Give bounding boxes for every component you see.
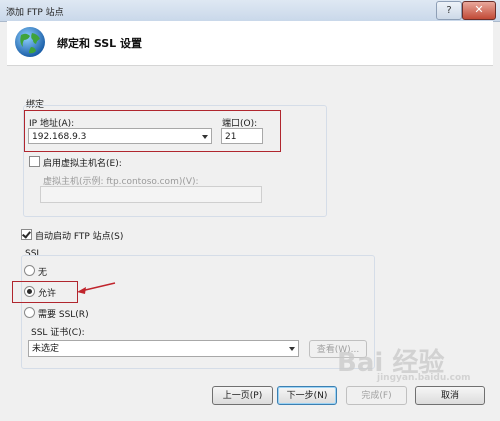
- ssl-allow-label: 允许: [38, 289, 57, 299]
- annotation-arrow-icon: [77, 282, 116, 294]
- virtual-host-checkbox[interactable]: [29, 156, 40, 167]
- close-button[interactable]: ✕: [462, 1, 496, 20]
- ssl-cert-value: 未选定: [32, 344, 60, 354]
- ssl-none-label: 无: [38, 268, 48, 278]
- autostart-checkbox[interactable]: [21, 229, 32, 240]
- title-bar: 添加 FTP 站点 ? ✕: [0, 0, 500, 22]
- ip-address-value: 192.168.9.3: [32, 132, 87, 142]
- virtual-host-checkbox-label: 启用虚拟主机名(E):: [43, 159, 122, 169]
- help-button[interactable]: ?: [436, 1, 462, 20]
- finish-button[interactable]: 完成(F): [346, 386, 407, 405]
- ssl-cert-combobox[interactable]: 未选定: [28, 340, 299, 357]
- chevron-down-icon[interactable]: [202, 135, 208, 139]
- ssl-require-label: 需要 SSL(R): [38, 310, 89, 320]
- autostart-label: 自动启动 FTP 站点(S): [35, 232, 124, 242]
- wizard-header: 绑定和 SSL 设置: [7, 21, 493, 66]
- ssl-allow-radio[interactable]: [24, 286, 35, 297]
- chevron-down-icon[interactable]: [289, 347, 295, 351]
- next-button[interactable]: 下一步(N): [277, 386, 337, 405]
- prev-button[interactable]: 上一页(P): [212, 386, 273, 405]
- virtual-host-input[interactable]: [40, 186, 262, 203]
- port-value: 21: [225, 132, 237, 142]
- ssl-none-radio[interactable]: [24, 265, 35, 276]
- ssl-require-radio[interactable]: [24, 307, 35, 318]
- wizard-content: 绑定 IP 地址(A): 192.168.9.3 端口(O): 21 启用虚拟主…: [7, 66, 493, 421]
- window-title: 添加 FTP 站点: [6, 8, 64, 18]
- ip-address-combobox[interactable]: 192.168.9.3: [28, 128, 212, 144]
- port-input[interactable]: 21: [221, 128, 263, 144]
- page-title: 绑定和 SSL 设置: [57, 37, 143, 50]
- cancel-button[interactable]: 取消: [415, 386, 485, 405]
- globe-icon: [15, 27, 45, 57]
- ssl-cert-label: SSL 证书(C):: [31, 328, 85, 338]
- watermark-url: jingyan.baidu.com: [377, 373, 471, 383]
